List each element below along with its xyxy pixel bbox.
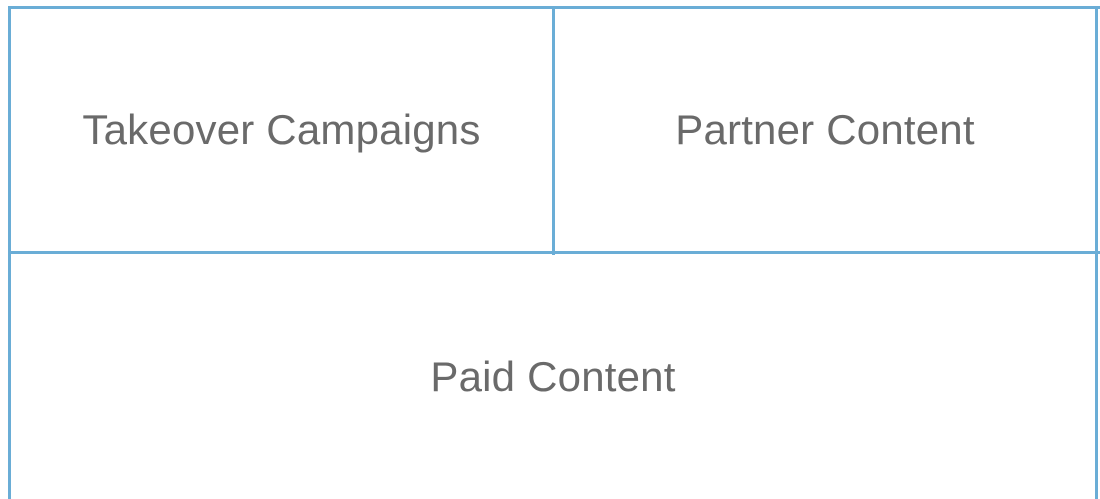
diagram-canvas: Takeover Campaigns Partner Content Paid …	[0, 0, 1100, 499]
cell-partner-content: Partner Content	[555, 9, 1095, 251]
cell-label-takeover-campaigns: Takeover Campaigns	[82, 106, 481, 153]
cell-label-paid-content: Paid Content	[430, 352, 676, 400]
cell-paid-content: Paid Content	[11, 254, 1095, 499]
cell-takeover-campaigns: Takeover Campaigns	[11, 9, 552, 251]
cell-label-partner-content: Partner Content	[675, 106, 975, 153]
